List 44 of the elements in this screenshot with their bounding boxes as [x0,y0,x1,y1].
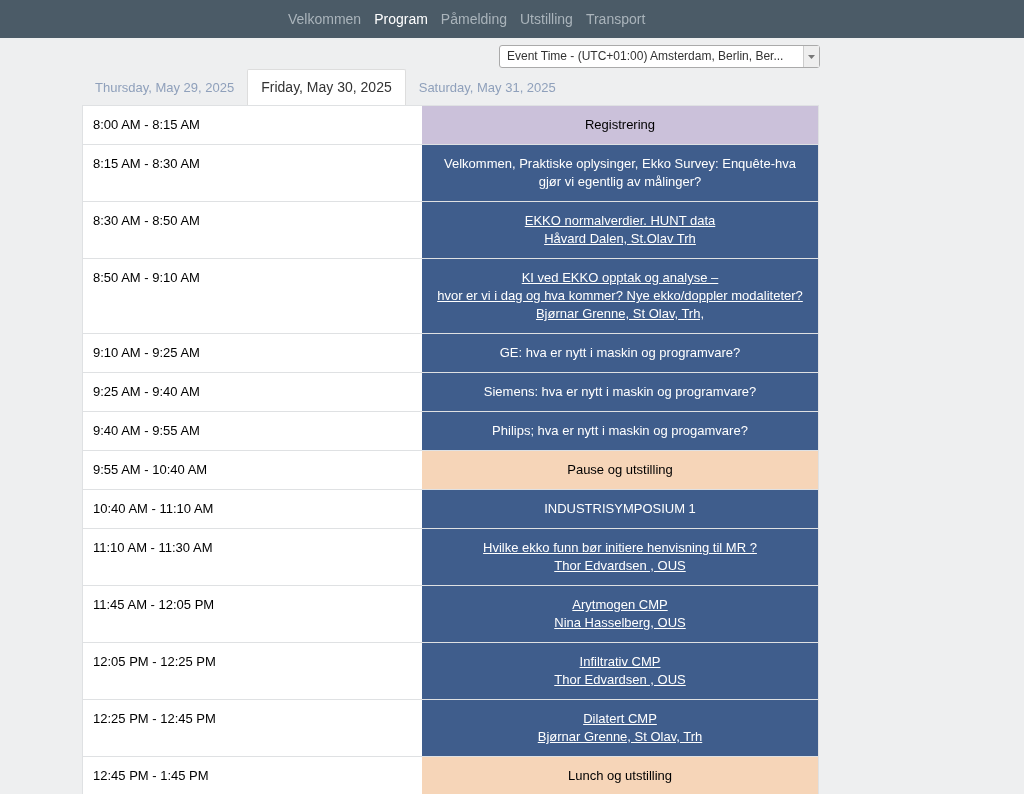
event-title: INDUSTRISYMPOSIUM 1 [544,500,696,518]
event-link[interactable]: Thor Edvardsen , OUS [554,557,686,575]
day-tab[interactable]: Friday, May 30, 2025 [247,69,406,105]
time-cell: 8:00 AM - 8:15 AM [83,106,422,144]
time-cell: 10:40 AM - 11:10 AM [83,490,422,528]
time-cell: 9:55 AM - 10:40 AM [83,451,422,489]
event-link[interactable]: Arytmogen CMP [572,596,668,614]
event-link[interactable]: Dilatert CMP [583,710,657,728]
nav-link[interactable]: Påmelding [440,8,507,30]
event-link[interactable]: Nina Hasselberg, OUS [554,614,686,632]
event-link[interactable]: Infiltrativ CMP [579,653,661,671]
select-value: Event Time - (UTC+01:00) Amsterdam, Berlin, Ber... [506,48,785,65]
event-title: Philips; hva er nytt i maskin og progamvare? [492,422,748,440]
event-link[interactable]: Bjørnar Grenne, St Olav, Trh [537,728,703,746]
event-title: Velkommen, Praktiske oplysinger, Ekko Survey: Enquête-hva gjør vi egentlig av målinger? [443,155,797,191]
nav-link[interactable]: Transport [585,8,646,30]
event-link[interactable]: EKKO normalverdier. HUNT data [524,212,716,230]
event-title: Siemens: hva er nytt i maskin og programvare? [483,383,757,401]
time-cell: 12:05 PM - 12:25 PM [83,643,422,699]
nav-link[interactable]: Utstilling [520,8,573,30]
event-link[interactable]: Håvard Dalen, St.Olav Trh [544,230,696,248]
event-link[interactable]: Hvilke ekko funn bør initiere henvisning til MR ? [483,539,757,557]
time-cell: 11:10 AM - 11:30 AM [83,529,422,585]
nav-link[interactable]: Program [374,8,428,30]
event-title: GE: hva er nytt i maskin og programvare? [499,344,741,362]
time-cell: 9:10 AM - 9:25 AM [83,334,422,372]
time-cell: 11:45 AM - 12:05 PM [83,586,422,642]
time-cell: 9:25 AM - 9:40 AM [83,373,422,411]
event-title: Registrering [584,116,656,134]
event-link[interactable]: Bjørnar Grenne, St Olav, Trh, [535,305,705,323]
event-link[interactable]: Thor Edvardsen , OUS [554,671,686,689]
event-title: Lunch og utstilling [567,767,673,785]
time-cell: 12:45 PM - 1:45 PM [83,757,422,794]
time-cell: 8:50 AM - 9:10 AM [83,259,422,333]
time-cell: 8:15 AM - 8:30 AM [83,145,422,201]
nav-link[interactable]: Velkommen [288,8,362,30]
event-title: Pause og utstilling [567,461,673,479]
time-cell: 12:25 PM - 12:45 PM [83,700,422,756]
event-link[interactable]: KI ved EKKO opptak og analyse – [521,269,719,287]
time-cell: 8:30 AM - 8:50 AM [83,202,422,258]
event-link[interactable]: hvor er vi i dag og hva kommer? Nye ekko/doppler modaliteter? [437,287,803,305]
timezone-select[interactable]: Event Time - (UTC+01:00) Amsterdam, Berlin, Ber... [499,45,820,68]
caret-icon [808,54,815,59]
time-cell: 9:40 AM - 9:55 AM [83,412,422,450]
